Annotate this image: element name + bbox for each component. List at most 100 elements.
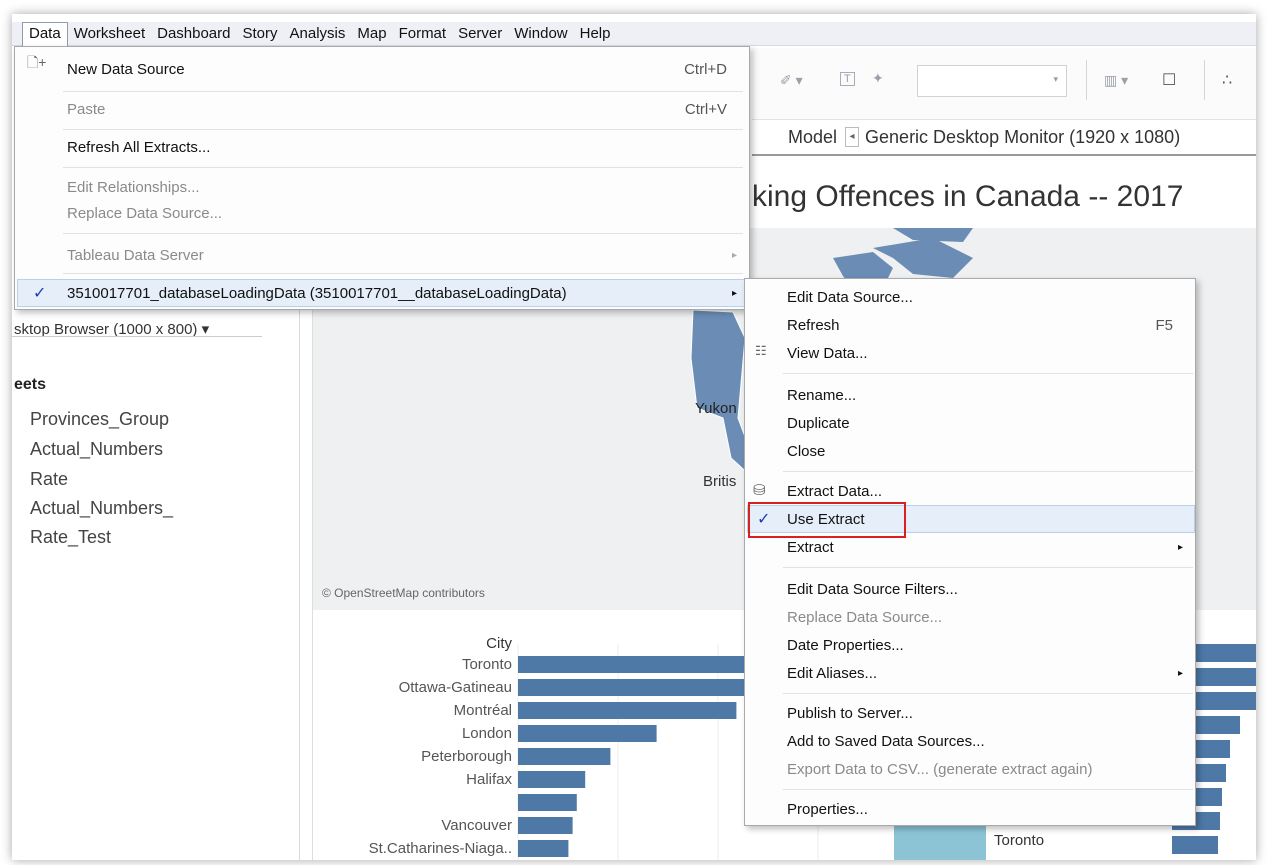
toolbar-separator	[1204, 60, 1205, 100]
menu-separator	[783, 567, 1193, 568]
menu-format[interactable]: Format	[393, 22, 453, 46]
menu-separator	[63, 91, 743, 92]
chart-type-icon[interactable]: ▥ ▾	[1104, 72, 1128, 89]
menu-item-data-source[interactable]: 3510017701_databaseLoadingData (35100177…	[15, 279, 751, 307]
menu-item-new-data-source[interactable]: New Data Source Ctrl+D	[15, 55, 751, 83]
menu-item-date-properties[interactable]: Date Properties...	[745, 631, 1197, 659]
menu-item-label: Extract Data...	[787, 482, 883, 500]
menu-item-label: 3510017701_databaseLoadingData (35100177…	[67, 284, 567, 302]
menu-separator	[783, 693, 1193, 694]
menu-item-label: Edit Relationships...	[67, 178, 200, 196]
menu-item-edit-relationships: Edit Relationships...	[15, 173, 751, 201]
menu-bar: Data Worksheet Dashboard Story Analysis …	[12, 21, 1256, 46]
chart-bar	[518, 725, 657, 742]
left-pane	[12, 284, 300, 860]
menu-item-label: Publish to Server...	[787, 704, 913, 722]
menu-item-label: Refresh	[787, 316, 840, 334]
menu-item-properties[interactable]: Properties...	[745, 795, 1197, 823]
menu-item-label: Replace Data Source...	[67, 204, 223, 222]
menu-item-label: Date Properties...	[787, 636, 904, 654]
toolbar-combo[interactable]: ▾	[917, 65, 1067, 97]
arctic-islands	[893, 228, 973, 242]
chart-category-label: Vancouver	[441, 817, 512, 834]
menu-item-refresh-all-extracts[interactable]: Refresh All Extracts...	[15, 133, 751, 161]
menu-item-close[interactable]: Close	[745, 437, 1197, 465]
menu-item-edit-data-source[interactable]: Edit Data Source...	[745, 283, 1197, 311]
toolbar-separator	[1086, 60, 1087, 100]
menu-item-edit-data-source-filters[interactable]: Edit Data Source Filters...	[745, 575, 1197, 603]
menu-analysis[interactable]: Analysis	[284, 22, 352, 46]
menu-separator	[783, 373, 1193, 374]
menu-item-tableau-data-server: Tableau Data Server ▸	[15, 241, 751, 269]
submenu-arrow-icon: ▸	[1177, 667, 1183, 679]
menu-item-label: Export Data to CSV... (generate extract …	[787, 760, 1093, 778]
menu-worksheet[interactable]: Worksheet	[68, 22, 151, 46]
menu-separator	[63, 233, 743, 234]
menu-item-label: Edit Aliases...	[787, 664, 878, 682]
menu-shortcut: Ctrl+D	[684, 60, 727, 78]
chart-category-label: Montréal	[454, 702, 512, 719]
menu-item-export-data-to-csv: Export Data to CSV... (generate extract …	[745, 755, 1197, 783]
menu-shortcut: Ctrl+V	[684, 100, 727, 118]
menu-map[interactable]: Map	[351, 22, 392, 46]
menu-story[interactable]: Story	[237, 22, 284, 46]
menu-item-label: Refresh All Extracts...	[67, 138, 211, 156]
sheets-header: eets	[14, 376, 47, 393]
menu-item-view-data[interactable]: View Data...	[745, 339, 1197, 367]
menu-item-label: Edit Data Source...	[787, 288, 913, 306]
data-source-submenu: Edit Data Source... Refresh F5 ☷ View Da…	[744, 278, 1196, 826]
sheet-item[interactable]: Provinces_Group	[30, 409, 169, 430]
menu-item-extract-data[interactable]: Extract Data...	[745, 477, 1197, 505]
chart-category-label: London	[462, 725, 512, 742]
menu-item-publish-to-server[interactable]: Publish to Server...	[745, 699, 1197, 727]
menu-item-label: Properties...	[787, 800, 868, 818]
menu-separator	[783, 789, 1193, 790]
chart-bar	[518, 748, 611, 765]
right-bar	[1172, 836, 1218, 854]
menu-shortcut: F5	[1155, 316, 1173, 334]
text-icon[interactable]: T	[840, 72, 855, 86]
sheet-item[interactable]: Rate	[30, 469, 68, 490]
map-label-bc: Britis	[703, 473, 737, 490]
chart-category-label: Ottawa-Gatineau	[399, 679, 512, 696]
paperclip-icon[interactable]: ✐ ▾	[780, 72, 803, 89]
menu-item-edit-aliases[interactable]: Edit Aliases... ▸	[745, 659, 1197, 687]
chart-bar	[518, 771, 586, 788]
menu-item-replace-data-source-sub: Replace Data Source...	[745, 603, 1197, 631]
device-model-bar: Model ◂ Generic Desktop Monitor (1920 x …	[752, 120, 1256, 156]
sheet-item[interactable]: Actual_Numbers	[30, 439, 163, 460]
menu-data[interactable]: Data	[22, 21, 68, 46]
menu-window[interactable]: Window	[508, 22, 573, 46]
map-label-yukon: Yukon	[695, 400, 737, 417]
model-prev-icon[interactable]: ◂	[845, 127, 860, 147]
presentation-icon[interactable]: ☐	[1162, 70, 1176, 90]
menu-item-duplicate[interactable]: Duplicate	[745, 409, 1197, 437]
pin-icon[interactable]: ✦	[872, 70, 884, 87]
chart-category-label: St.Catharines-Niaga..	[369, 840, 512, 857]
menu-item-label: Duplicate	[787, 414, 850, 432]
menu-item-label: View Data...	[787, 344, 868, 362]
menu-item-label: Close	[787, 442, 826, 460]
submenu-arrow-icon: ▸	[731, 287, 737, 299]
menu-server[interactable]: Server	[452, 22, 508, 46]
sheet-item[interactable]: Actual_Numbers_	[30, 498, 173, 519]
menu-dashboard[interactable]: Dashboard	[151, 22, 236, 46]
chart-bar	[518, 817, 573, 834]
menu-separator	[63, 273, 743, 274]
menu-item-add-to-saved-data-sources[interactable]: Add to Saved Data Sources...	[745, 727, 1197, 755]
menu-item-label: Tableau Data Server	[67, 246, 204, 264]
menu-item-refresh[interactable]: Refresh F5	[745, 311, 1197, 339]
tableau-window: Data Worksheet Dashboard Story Analysis …	[12, 14, 1256, 860]
menu-item-label: Rename...	[787, 386, 857, 404]
data-menu: 🗋+ New Data Source Ctrl+D Paste Ctrl+V R…	[14, 46, 750, 310]
share-icon[interactable]: ∴	[1222, 70, 1232, 90]
model-label: Model	[788, 126, 838, 147]
menu-help[interactable]: Help	[574, 22, 617, 46]
model-value[interactable]: Generic Desktop Monitor (1920 x 1080)	[865, 127, 1180, 148]
map-attribution: © OpenStreetMap contributors	[322, 586, 485, 600]
submenu-arrow-icon: ▸	[1177, 541, 1183, 553]
menu-item-replace-data-source: Replace Data Source...	[15, 199, 751, 227]
sheet-item[interactable]: Rate_Test	[30, 527, 111, 548]
chart-category-label: Halifax	[466, 771, 512, 788]
menu-item-rename[interactable]: Rename...	[745, 381, 1197, 409]
